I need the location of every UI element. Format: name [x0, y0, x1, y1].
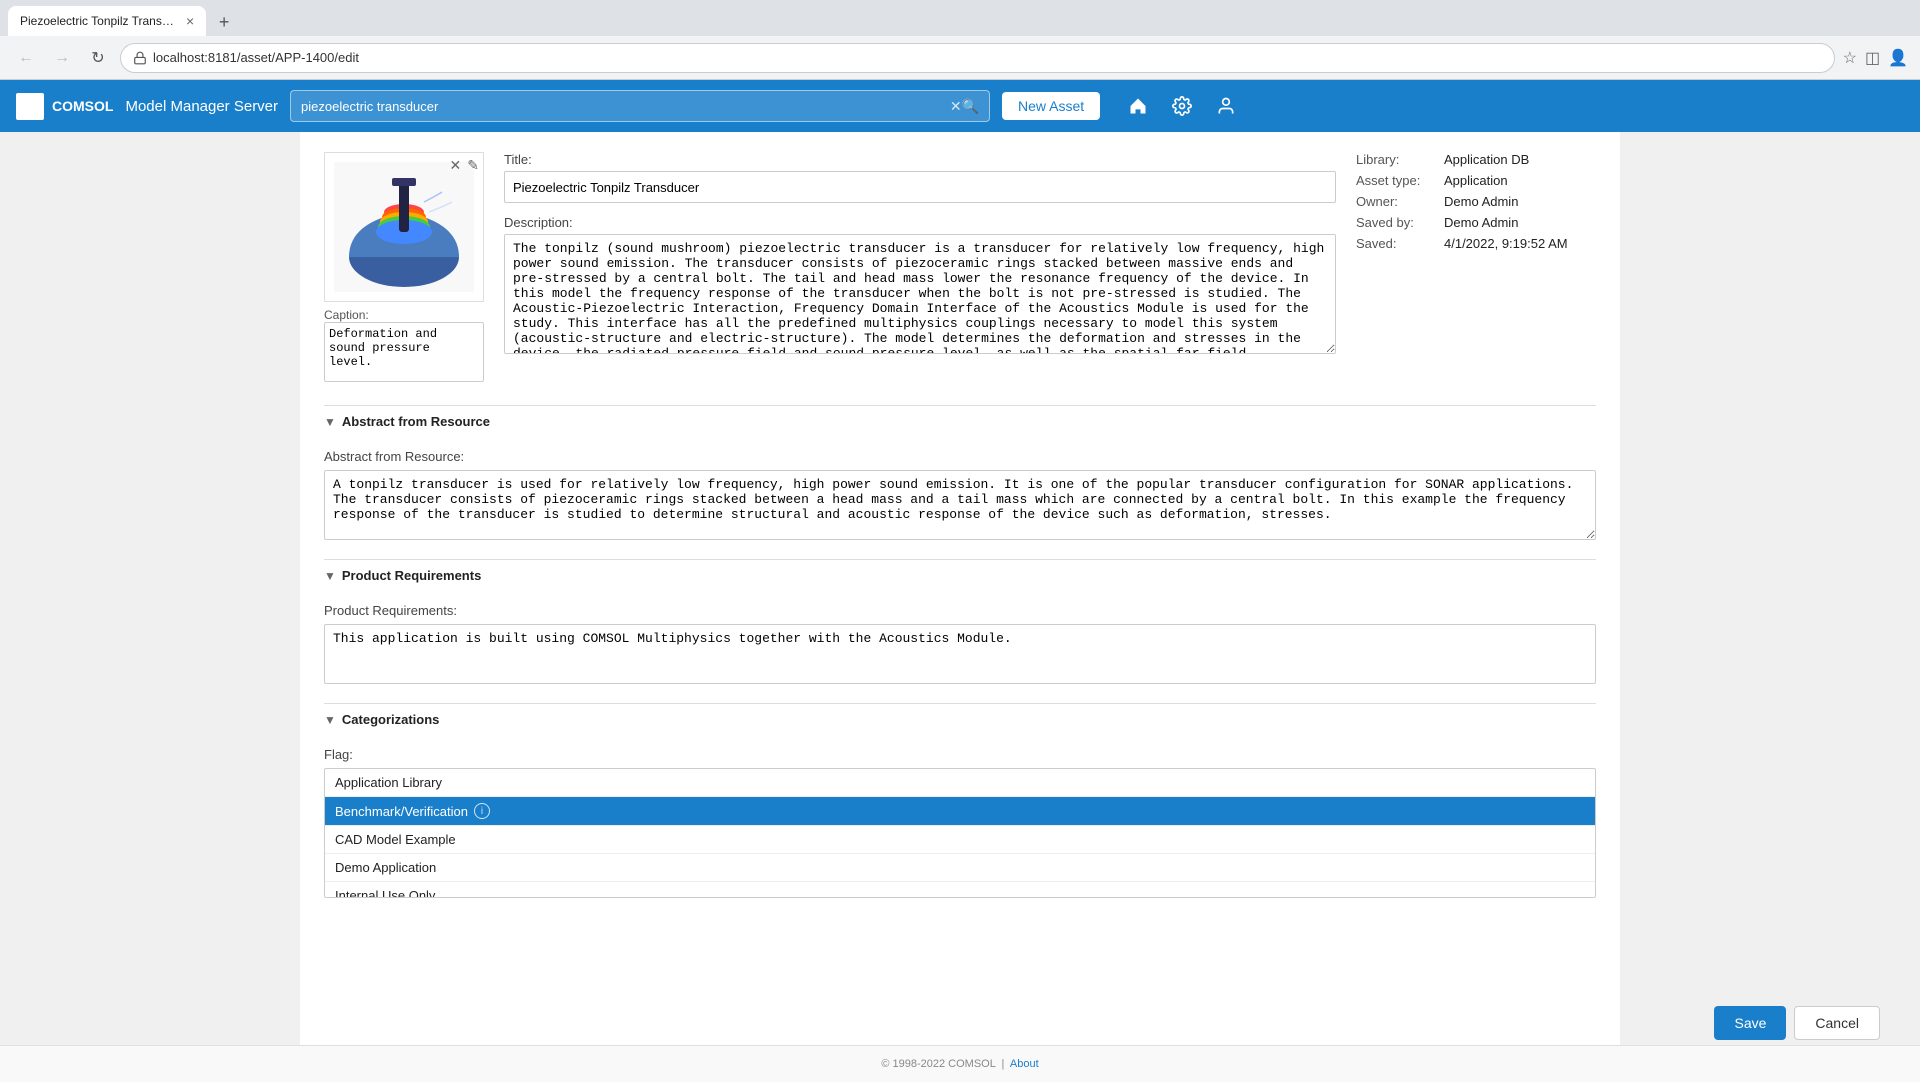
flag-item-label: CAD Model Example [335, 832, 456, 847]
comsol-logo-icon [16, 93, 44, 120]
flag-item-application-library[interactable]: Application Library [325, 769, 1595, 797]
app-logo: COMSOL [16, 93, 113, 120]
main-content: ✕ ✎ [300, 132, 1620, 1045]
flag-item-label: Internal Use Only [335, 888, 435, 898]
logo-svg [20, 95, 40, 115]
saved-value: 4/1/2022, 9:19:52 AM [1444, 236, 1568, 251]
transducer-image [334, 162, 474, 292]
flag-item-inner: Internal Use Only [335, 888, 1585, 898]
abstract-label: Abstract from Resource: [324, 449, 1596, 464]
settings-button[interactable] [1164, 88, 1200, 124]
user-icon [1216, 96, 1236, 116]
flag-item-inner: Demo Application [335, 860, 1585, 875]
library-value: Application DB [1444, 152, 1529, 167]
user-button[interactable] [1208, 88, 1244, 124]
comsol-brand: COMSOL [52, 98, 113, 114]
product-requirements-section-header[interactable]: ▼ Product Requirements [324, 559, 1596, 591]
flag-item-inner: Benchmark/Verification i [335, 803, 1585, 819]
categorizations-chevron-icon: ▼ [324, 713, 336, 727]
categorizations-section-title: Categorizations [342, 712, 440, 727]
flag-item-internal-use-only[interactable]: Internal Use Only [325, 882, 1595, 898]
abstract-chevron-icon: ▼ [324, 415, 336, 429]
abstract-section-title: Abstract from Resource [342, 414, 490, 429]
account-button[interactable]: 👤 [1888, 48, 1908, 68]
search-input[interactable] [301, 99, 950, 114]
categorizations-section-header[interactable]: ▼ Categorizations [324, 703, 1596, 735]
flag-item-cad-model-example[interactable]: CAD Model Example [325, 826, 1595, 854]
lock-icon [133, 51, 147, 65]
description-label: Description: [504, 215, 1336, 230]
search-clear-icon[interactable]: ✕ [950, 98, 962, 115]
address-bar: localhost:8181/asset/APP-1400/edit [120, 43, 1835, 73]
flag-item-demo-application[interactable]: Demo Application [325, 854, 1595, 882]
cancel-button[interactable]: Cancel [1794, 1006, 1880, 1040]
edit-image-button[interactable]: ✎ [467, 157, 479, 174]
saved-key: Saved: [1356, 236, 1436, 251]
owner-key: Owner: [1356, 194, 1436, 209]
abstract-section-header[interactable]: ▼ Abstract from Resource [324, 405, 1596, 437]
footer: © 1998-2022 COMSOL | About [0, 1045, 1920, 1082]
app-header: COMSOL Model Manager Server ✕ 🔍 New Asse… [0, 80, 1920, 132]
owner-value: Demo Admin [1444, 194, 1518, 209]
back-button[interactable]: ← [12, 44, 40, 72]
asset-type-value: Application [1444, 173, 1508, 188]
settings-icon [1172, 96, 1192, 116]
saved-by-value: Demo Admin [1444, 215, 1518, 230]
flag-item-label: Application Library [335, 775, 442, 790]
asset-image-section: ✕ ✎ [324, 152, 484, 385]
flag-label: Flag: [324, 747, 1596, 762]
about-link[interactable]: About [1010, 1058, 1039, 1070]
product-req-label: Product Requirements: [324, 603, 1596, 618]
tab-close-button[interactable]: × [186, 13, 194, 29]
title-input[interactable] [504, 171, 1336, 203]
flag-item-label: Benchmark/Verification [335, 804, 468, 819]
asset-form: Title: Description: [504, 152, 1336, 385]
remove-image-button[interactable]: ✕ [450, 157, 462, 174]
title-label: Title: [504, 152, 1336, 167]
caption-label: Caption: [324, 308, 484, 322]
product-requirements-section-title: Product Requirements [342, 568, 481, 583]
browser-tab[interactable]: Piezoelectric Tonpilz Transducer × [8, 6, 206, 36]
flag-item-inner: CAD Model Example [335, 832, 1585, 847]
footer-text: © 1998-2022 COMSOL [881, 1058, 995, 1070]
asset-image-container: ✕ ✎ [324, 152, 484, 302]
description-textarea[interactable] [504, 234, 1336, 354]
caption-textarea[interactable] [324, 322, 484, 382]
forward-button[interactable]: → [48, 44, 76, 72]
app-subtitle: Model Manager Server [125, 98, 278, 115]
home-button[interactable] [1120, 88, 1156, 124]
info-icon[interactable]: i [474, 803, 490, 819]
flag-item-inner: Application Library [335, 775, 1585, 790]
extensions-button[interactable]: ◫ [1865, 48, 1880, 68]
new-tab-button[interactable]: + [210, 8, 238, 36]
tab-title: Piezoelectric Tonpilz Transducer [20, 14, 180, 28]
asset-type-key: Asset type: [1356, 173, 1436, 188]
flag-list: Application Library Benchmark/Verificatio… [324, 768, 1596, 898]
abstract-textarea[interactable] [324, 470, 1596, 540]
bookmark-button[interactable]: ☆ [1843, 48, 1857, 68]
global-search[interactable]: ✕ 🔍 [290, 90, 990, 122]
product-requirements-section-content: Product Requirements: [324, 603, 1596, 687]
flag-item-label: Demo Application [335, 860, 436, 875]
search-icon[interactable]: 🔍 [962, 98, 979, 115]
flag-item-benchmark-verification[interactable]: Benchmark/Verification i [325, 797, 1595, 826]
abstract-section-content: Abstract from Resource: [324, 449, 1596, 543]
product-req-chevron-icon: ▼ [324, 569, 336, 583]
asset-meta: Library: Application DB Asset type: Appl… [1356, 152, 1596, 385]
new-asset-button[interactable]: New Asset [1002, 92, 1100, 120]
product-req-textarea[interactable] [324, 624, 1596, 684]
library-key: Library: [1356, 152, 1436, 167]
action-bar: Save Cancel [1714, 1006, 1880, 1040]
home-icon [1128, 96, 1148, 116]
refresh-button[interactable]: ↻ [84, 44, 112, 72]
address-text: localhost:8181/asset/APP-1400/edit [153, 50, 1822, 65]
save-button[interactable]: Save [1714, 1006, 1786, 1040]
categorizations-section-content: Flag: Application Library Benchmark/Verif… [324, 747, 1596, 898]
saved-by-key: Saved by: [1356, 215, 1436, 230]
